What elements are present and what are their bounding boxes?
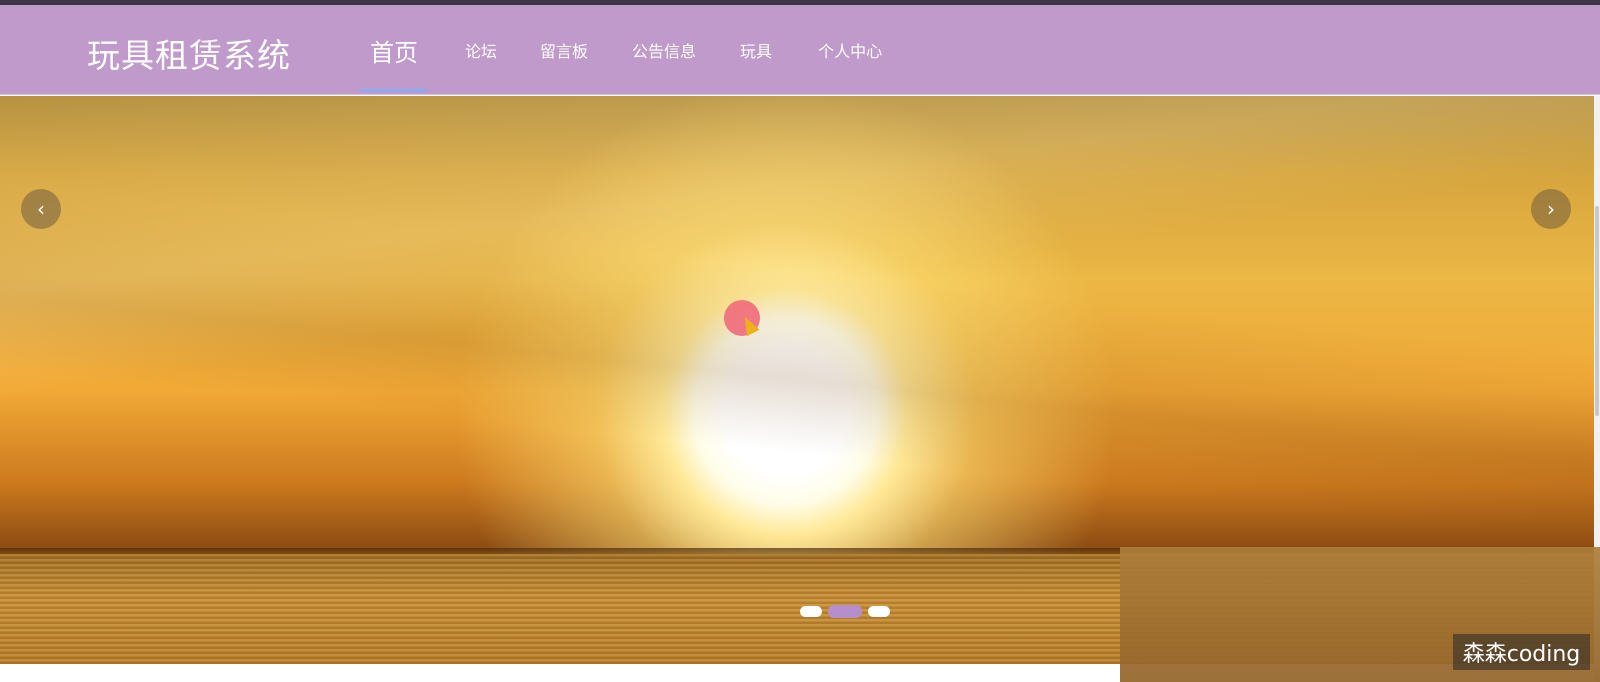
nav-item-label: 留言板 bbox=[540, 42, 589, 61]
carousel-dot[interactable] bbox=[868, 606, 890, 617]
nav-item-label: 玩具 bbox=[740, 42, 773, 61]
top-navbar: 玩具租赁系统 首页 论坛 留言板 公告信息 玩具 个人中心 bbox=[0, 5, 1600, 95]
chevron-right-icon: › bbox=[1547, 197, 1555, 221]
nav-item-toys[interactable]: 玩具 bbox=[740, 5, 772, 95]
main-nav: 首页 论坛 留言板 公告信息 玩具 个人中心 bbox=[360, 5, 882, 95]
page-content-top-edge bbox=[0, 664, 1120, 682]
carousel-dot[interactable] bbox=[800, 606, 822, 617]
nav-item-forum[interactable]: 论坛 bbox=[465, 5, 497, 95]
nav-item-label: 公告信息 bbox=[632, 42, 697, 61]
active-nav-underline bbox=[360, 89, 428, 92]
nav-item-home[interactable]: 首页 bbox=[360, 5, 428, 95]
carousel-dot-active[interactable] bbox=[828, 605, 862, 618]
video-watermark: 森森coding bbox=[1453, 634, 1590, 670]
carousel-next-button[interactable]: › bbox=[1531, 189, 1571, 229]
nav-item-label: 个人中心 bbox=[818, 42, 883, 61]
scrollbar-thumb[interactable] bbox=[1595, 206, 1599, 416]
nav-item-announcements[interactable]: 公告信息 bbox=[632, 5, 696, 95]
carousel-indicators bbox=[800, 605, 890, 618]
site-title: 玩具租赁系统 bbox=[87, 36, 291, 75]
nav-item-label: 首页 bbox=[370, 38, 418, 67]
nav-item-personal-center[interactable]: 个人中心 bbox=[818, 5, 882, 95]
chevron-left-icon: ‹ bbox=[37, 197, 45, 221]
carousel-prev-button[interactable]: ‹ bbox=[21, 189, 61, 229]
nav-item-message-board[interactable]: 留言板 bbox=[540, 5, 588, 95]
nav-item-label: 论坛 bbox=[465, 42, 498, 61]
